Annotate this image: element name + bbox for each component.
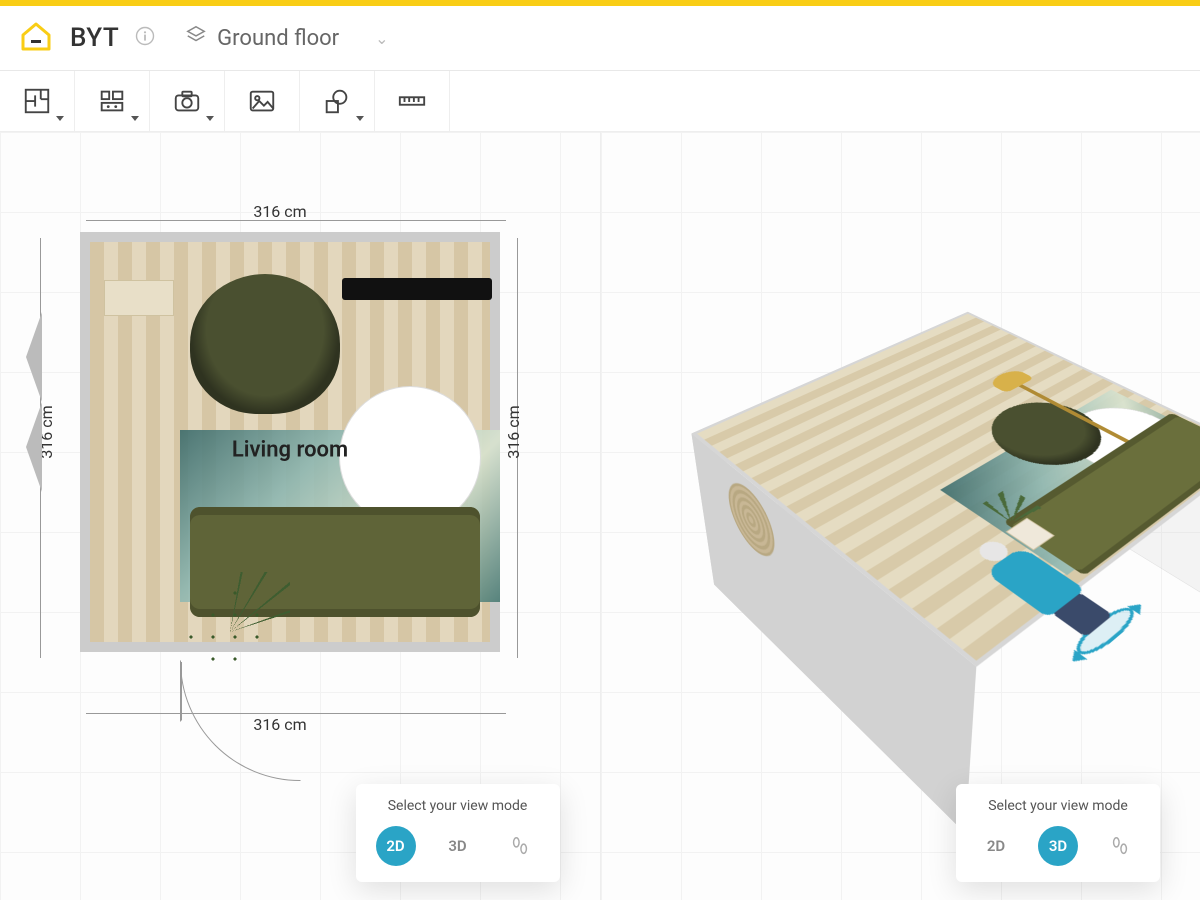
workspace: 316 cm 316 cm 316 cm 316 cm Living room … xyxy=(0,132,1200,900)
viewport-2d[interactable]: 316 cm 316 cm 316 cm 316 cm Living room … xyxy=(0,132,601,900)
view-mode-panel-right: Select your view mode 2D 3D xyxy=(956,784,1160,882)
footsteps-icon xyxy=(509,835,531,857)
dropdown-caret-icon xyxy=(56,116,64,121)
view-mode-walk-button[interactable] xyxy=(500,826,540,866)
dimension-right: 316 cm xyxy=(504,405,523,458)
floorplan-tool[interactable] xyxy=(0,71,75,131)
armchair-2d[interactable] xyxy=(190,274,340,414)
chevron-down-icon: ⌄ xyxy=(375,29,388,48)
furniture-tool[interactable] xyxy=(75,71,150,131)
floor-selector[interactable]: Ground floor ⌄ xyxy=(171,18,402,58)
view-mode-2d-button[interactable]: 2D xyxy=(976,826,1016,866)
camera-tool[interactable] xyxy=(150,71,225,131)
app-logo-icon xyxy=(18,18,54,58)
layers-icon xyxy=(185,24,207,52)
dropdown-caret-icon xyxy=(356,116,364,121)
dropdown-caret-icon xyxy=(131,116,139,121)
plant-3d[interactable] xyxy=(955,487,1067,561)
header: BYT Ground floor ⌄ xyxy=(0,6,1200,71)
floorplan-2d[interactable]: 316 cm 316 cm 316 cm 316 cm Living room xyxy=(60,212,500,652)
window-2d[interactable] xyxy=(42,312,60,492)
view-mode-label: Select your view mode xyxy=(988,798,1128,814)
room-outline[interactable]: Living room xyxy=(80,232,500,652)
view-mode-label: Select your view mode xyxy=(388,798,528,814)
dimension-top: 316 cm xyxy=(253,202,306,221)
room-label[interactable]: Living room xyxy=(232,438,348,463)
view-mode-panel-left: Select your view mode 2D 3D xyxy=(356,784,560,882)
door-2d[interactable] xyxy=(180,662,300,722)
rug-small-2d[interactable] xyxy=(104,280,174,316)
view-mode-3d-button[interactable]: 3D xyxy=(1038,826,1078,866)
shapes-tool[interactable] xyxy=(300,71,375,131)
floor-label: Ground floor xyxy=(217,26,339,51)
project-title: BYT xyxy=(70,23,119,53)
room-3d[interactable] xyxy=(691,312,1200,667)
dropdown-caret-icon xyxy=(206,116,214,121)
avatar-3d[interactable] xyxy=(946,522,1134,656)
info-icon[interactable] xyxy=(135,26,155,50)
tv-2d[interactable] xyxy=(342,278,492,300)
viewport-3d[interactable]: Select your view mode 2D 3D xyxy=(601,132,1200,900)
view-mode-walk-button[interactable] xyxy=(1100,826,1140,866)
image-tool[interactable] xyxy=(225,71,300,131)
view-mode-3d-button[interactable]: 3D xyxy=(438,826,478,866)
view-mode-2d-button[interactable]: 2D xyxy=(376,826,416,866)
toolbar xyxy=(0,71,1200,132)
coffee-table-2d[interactable] xyxy=(340,387,480,527)
measure-tool[interactable] xyxy=(375,71,450,131)
footsteps-icon xyxy=(1109,835,1131,857)
